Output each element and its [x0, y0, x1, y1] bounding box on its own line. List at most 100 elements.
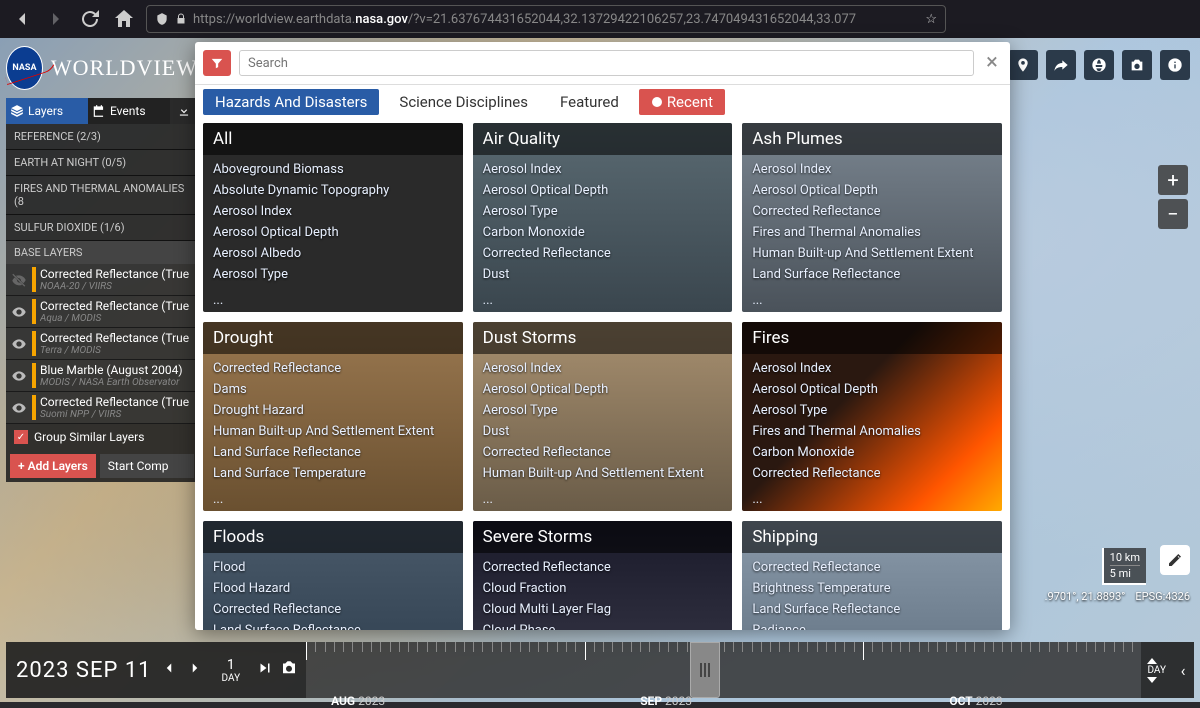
category-item[interactable]: Aerosol Type	[213, 264, 453, 285]
category-card[interactable]: Air QualityAerosol IndexAerosol Optical …	[473, 123, 733, 312]
tab-hazards[interactable]: Hazards And Disasters	[203, 89, 379, 115]
date-selector[interactable]: 2023 SEP 11	[6, 642, 214, 698]
category-more[interactable]: ...	[203, 293, 463, 312]
category-item[interactable]: Corrected Reflectance	[483, 243, 723, 264]
sidebar-section[interactable]: SULFUR DIOXIDE (1/6)	[6, 215, 198, 241]
category-item[interactable]: Cloud Multi Layer Flag	[483, 599, 723, 620]
category-item[interactable]: Corrected Reflectance	[213, 599, 453, 620]
category-item[interactable]: Aerosol Type	[483, 400, 723, 421]
tab-layers[interactable]: Layers	[6, 98, 88, 124]
category-card[interactable]: AllAboveground BiomassAbsolute Dynamic T…	[203, 123, 463, 312]
category-item[interactable]: Carbon Monoxide	[483, 222, 723, 243]
close-button[interactable]: ×	[982, 53, 1002, 73]
category-item[interactable]: Land Surface Reflectance	[752, 264, 992, 285]
category-item[interactable]: Aboveground Biomass	[213, 159, 453, 180]
category-item[interactable]: Corrected Reflectance	[752, 201, 992, 222]
category-item[interactable]: Aerosol Type	[752, 400, 992, 421]
reload-button[interactable]	[78, 7, 102, 31]
visibility-toggle[interactable]	[10, 368, 28, 384]
category-item[interactable]: Fires and Thermal Anomalies	[752, 421, 992, 442]
forward-button[interactable]	[44, 7, 68, 31]
start-compare-button[interactable]: Start Comp	[100, 454, 194, 478]
zoom-in-button[interactable]: +	[1158, 165, 1188, 195]
timeline-dragger[interactable]	[690, 642, 720, 698]
sidebar-section[interactable]: EARTH AT NIGHT (0/5)	[6, 150, 198, 176]
category-item[interactable]: Aerosol Optical Depth	[752, 180, 992, 201]
category-item[interactable]: Fires and Thermal Anomalies	[752, 222, 992, 243]
download-tab[interactable]	[170, 98, 198, 124]
interval-unit-selector[interactable]: DAY	[1141, 642, 1172, 698]
layer-row[interactable]: Blue Marble (August 2004)MODIS / NASA Ea…	[6, 360, 198, 392]
tab-recent[interactable]: Recent	[639, 89, 725, 115]
step-interval[interactable]: 1 DAY	[214, 642, 249, 698]
category-card[interactable]: Ash PlumesAerosol IndexAerosol Optical D…	[742, 123, 1002, 312]
projection-button[interactable]	[1084, 50, 1114, 80]
category-card[interactable]: ShippingCorrected ReflectanceBrightness …	[742, 521, 1002, 630]
category-item[interactable]: Radiance	[752, 620, 992, 630]
category-item[interactable]: Aerosol Type	[483, 201, 723, 222]
date-prev-button[interactable]	[160, 659, 178, 681]
visibility-toggle[interactable]	[10, 336, 28, 352]
category-item[interactable]: Aerosol Index	[483, 159, 723, 180]
category-card[interactable]: FloodsFloodFlood HazardCorrected Reflect…	[203, 521, 463, 630]
category-item[interactable]: Human Built-up And Settlement Extent	[483, 463, 723, 484]
category-item[interactable]: Corrected Reflectance	[213, 358, 453, 379]
category-item[interactable]: Aerosol Optical Depth	[213, 222, 453, 243]
category-item[interactable]: Drought Hazard	[213, 400, 453, 421]
category-item[interactable]: Land Surface Reflectance	[213, 620, 453, 630]
category-more[interactable]: ...	[742, 293, 1002, 312]
category-item[interactable]: Corrected Reflectance	[483, 442, 723, 463]
category-more[interactable]: ...	[473, 293, 733, 312]
location-button[interactable]	[1008, 50, 1038, 80]
layer-row[interactable]: Corrected Reflectance (TrueSuomi NPP / V…	[6, 392, 198, 424]
measure-button[interactable]	[1160, 545, 1190, 575]
home-button[interactable]	[112, 7, 136, 31]
share-button[interactable]	[1046, 50, 1076, 80]
filter-button[interactable]	[203, 50, 231, 76]
category-item[interactable]: Land Surface Temperature	[213, 463, 453, 484]
category-item[interactable]: Absolute Dynamic Topography	[213, 180, 453, 201]
category-item[interactable]: Aerosol Albedo	[213, 243, 453, 264]
category-item[interactable]: Aerosol Index	[752, 159, 992, 180]
layer-row[interactable]: Corrected Reflectance (TrueNOAA-20 / VII…	[6, 264, 198, 296]
category-item[interactable]: Brightness Temperature	[752, 578, 992, 599]
category-card[interactable]: Severe StormsCorrected ReflectanceCloud …	[473, 521, 733, 630]
category-card[interactable]: DroughtCorrected ReflectanceDamsDrought …	[203, 322, 463, 511]
info-button[interactable]	[1160, 50, 1190, 80]
category-item[interactable]: Corrected Reflectance	[752, 463, 992, 484]
snapshot-button[interactable]	[1122, 50, 1152, 80]
category-item[interactable]: Aerosol Optical Depth	[752, 379, 992, 400]
category-item[interactable]: Aerosol Index	[213, 201, 453, 222]
nasa-logo[interactable]: NASA	[6, 46, 43, 90]
tab-featured[interactable]: Featured	[548, 89, 631, 115]
category-item[interactable]: Dams	[213, 379, 453, 400]
visibility-toggle[interactable]	[10, 304, 28, 320]
address-bar[interactable]: https://worldview.earthdata.nasa.gov/?v=…	[146, 5, 946, 33]
layer-row[interactable]: Corrected Reflectance (TrueAqua / MODIS	[6, 296, 198, 328]
category-item[interactable]: Human Built-up And Settlement Extent	[752, 243, 992, 264]
category-item[interactable]: Aerosol Index	[752, 358, 992, 379]
tab-science[interactable]: Science Disciplines	[387, 89, 540, 115]
category-item[interactable]: Aerosol Optical Depth	[483, 180, 723, 201]
tab-events[interactable]: Events	[88, 98, 170, 124]
category-more[interactable]: ...	[203, 492, 463, 511]
skip-end-button[interactable]	[256, 659, 274, 681]
category-card[interactable]: Dust StormsAerosol IndexAerosol Optical …	[473, 322, 733, 511]
bookmark-star-icon[interactable]: ☆	[925, 12, 937, 27]
category-item[interactable]: Human Built-up And Settlement Extent	[213, 421, 453, 442]
category-item[interactable]: Cloud Phase	[483, 620, 723, 630]
category-item[interactable]: Aerosol Optical Depth	[483, 379, 723, 400]
add-layers-button[interactable]: + Add Layers	[10, 454, 96, 478]
date-next-button[interactable]	[186, 659, 204, 681]
animation-button[interactable]	[280, 659, 298, 681]
timeline-track[interactable]: AUG 2023SEP 2023OCT 2023	[306, 642, 1141, 698]
category-item[interactable]: Corrected Reflectance	[752, 557, 992, 578]
group-similar-toggle[interactable]: ✓ Group Similar Layers	[6, 424, 198, 450]
timeline-collapse-button[interactable]: ‹	[1172, 642, 1194, 698]
layer-row[interactable]: Corrected Reflectance (TrueTerra / MODIS	[6, 328, 198, 360]
category-more[interactable]: ...	[473, 492, 733, 511]
category-item[interactable]: Dust	[483, 264, 723, 285]
category-more[interactable]: ...	[742, 492, 1002, 511]
zoom-out-button[interactable]: −	[1158, 199, 1188, 229]
category-item[interactable]: Cloud Fraction	[483, 578, 723, 599]
